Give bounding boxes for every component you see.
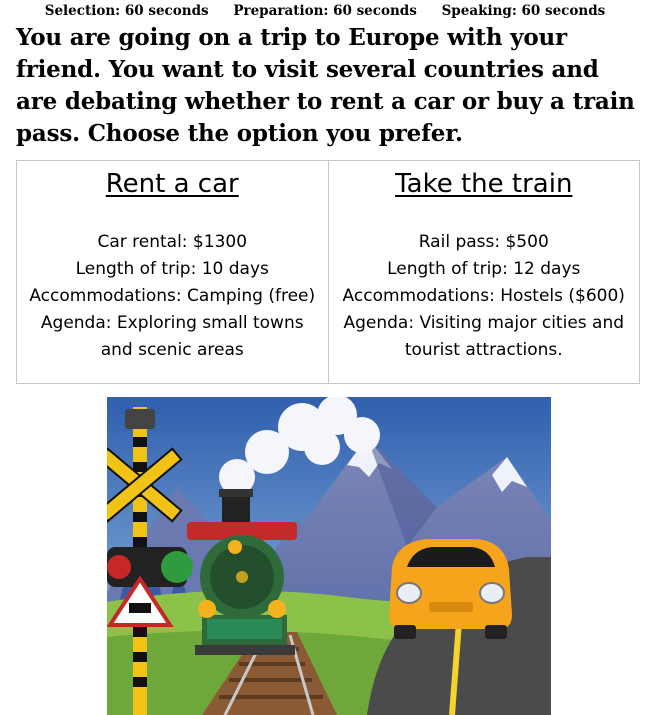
detail-line: Length of trip: 12 days xyxy=(387,259,581,279)
question-prompt: You are going on a trip to Europe with y… xyxy=(16,24,635,147)
train-and-car-illustration xyxy=(107,397,551,715)
detail-line: Car rental: $1300 xyxy=(97,232,248,252)
detail-line: Length of trip: 10 days xyxy=(75,259,269,279)
detail-line: and scenic areas xyxy=(100,340,244,360)
option-title: Rent a car xyxy=(105,169,239,199)
option-title: Take the train xyxy=(395,169,573,199)
detail-line: Agenda: Visiting major cities and xyxy=(343,313,625,333)
detail-line: Rail pass: $500 xyxy=(418,232,549,252)
detail-line: Accommodations: Camping (free) xyxy=(29,286,316,306)
option-take-train[interactable]: Take the train Rail pass: $500 Length of… xyxy=(327,161,640,383)
preparation-timer: Preparation: 60 seconds xyxy=(233,3,417,19)
detail-line: Accommodations: Hostels ($600) xyxy=(342,286,625,306)
option-rent-car[interactable]: Rent a car Car rental: $1300 Length of t… xyxy=(17,161,328,383)
option-details: Car rental: $1300 Length of trip: 10 day… xyxy=(17,229,328,364)
detail-line: tourist attractions. xyxy=(404,340,563,360)
detail-line: Agenda: Exploring small towns xyxy=(40,313,304,333)
option-details: Rail pass: $500 Length of trip: 12 days … xyxy=(329,229,640,364)
options-table: Rent a car Car rental: $1300 Length of t… xyxy=(16,160,640,384)
speaking-timer: Speaking: 60 seconds xyxy=(441,3,606,19)
timer-bar: Selection: 60 seconds Preparation: 60 se… xyxy=(0,2,650,20)
selection-timer: Selection: 60 seconds xyxy=(44,3,209,19)
yellow-car-icon xyxy=(389,539,512,639)
